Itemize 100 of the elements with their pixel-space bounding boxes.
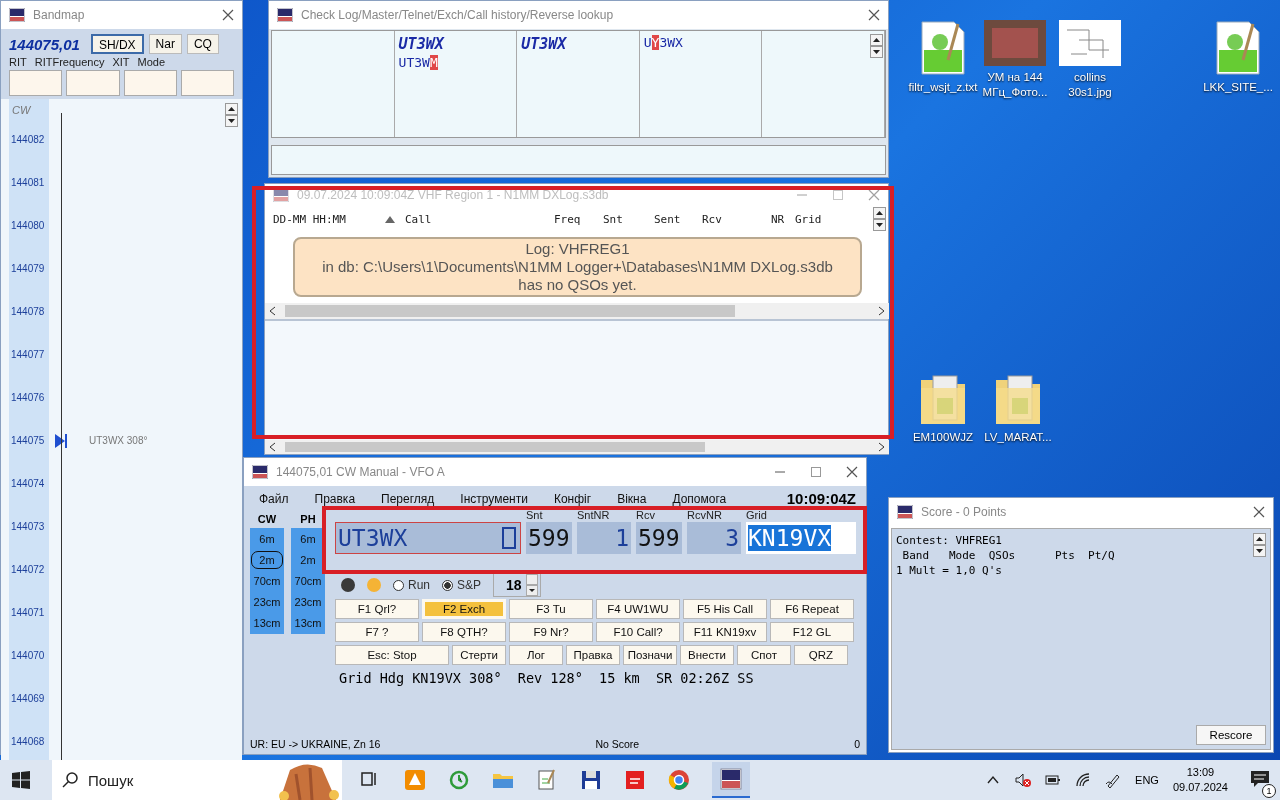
action-button[interactable]: Стерти: [452, 645, 506, 665]
toggle-button[interactable]: SH/DX: [90, 34, 144, 54]
menu-item[interactable]: Файл: [259, 491, 289, 506]
icon-label[interactable]: EM100WJZ: [912, 430, 974, 445]
column-header[interactable]: Snt: [603, 212, 623, 226]
icon-label[interactable]: LKK_SITE_...: [1203, 80, 1273, 95]
menu-item[interactable]: Перегляд: [381, 491, 435, 506]
app-logo-icon[interactable]: [712, 762, 750, 798]
band-button[interactable]: 23cm: [292, 593, 324, 611]
scroll-arrows-icon[interactable]: [225, 103, 238, 127]
action-button[interactable]: Внести: [680, 645, 734, 665]
band-button[interactable]: 2m: [251, 551, 283, 569]
windows-start-icon[interactable]: [12, 771, 30, 789]
column-header[interactable]: DD-MM HH:MM: [273, 212, 346, 226]
pen-icon[interactable]: [1105, 772, 1122, 788]
band-button[interactable]: 70cm: [251, 572, 283, 590]
notepad-icon[interactable]: [536, 769, 558, 791]
band-button[interactable]: 6m: [292, 530, 324, 548]
maximize-icon[interactable]: [810, 466, 822, 478]
band-button[interactable]: 6m: [251, 530, 283, 548]
action-button[interactable]: Позначи: [623, 645, 677, 665]
function-key-button[interactable]: F10 Call?: [596, 622, 680, 642]
document-icon[interactable]: [1213, 20, 1263, 76]
toggle-button[interactable]: Nar: [148, 34, 182, 54]
input-field[interactable]: [123, 70, 177, 96]
close-icon[interactable]: [868, 189, 880, 201]
call-match[interactable]: UT3WX: [521, 35, 635, 53]
function-key-button[interactable]: F8 QTH?: [422, 622, 506, 642]
rescore-button[interactable]: Rescore: [1196, 725, 1266, 745]
close-icon[interactable]: [1253, 506, 1265, 518]
band-button[interactable]: 23cm: [251, 593, 283, 611]
schematic-thumbnail-icon[interactable]: [1059, 20, 1121, 66]
call-input-field[interactable]: UT3WX: [335, 522, 521, 554]
input-field[interactable]: KN19VX: [746, 522, 856, 554]
close-icon[interactable]: [846, 466, 858, 478]
column-header[interactable]: Sent: [654, 212, 681, 226]
input-field[interactable]: [180, 70, 234, 96]
menu-item[interactable]: Вікна: [617, 491, 647, 506]
clock-area[interactable]: 13:09 09.07.2024: [1172, 765, 1228, 795]
spin-arrows-icon[interactable]: [525, 574, 538, 596]
function-key-button[interactable]: F4 UW1WU: [596, 599, 680, 619]
input-field[interactable]: [66, 70, 120, 96]
menu-item[interactable]: Інструменти: [460, 491, 528, 506]
band-button[interactable]: 13cm: [292, 614, 324, 632]
partial-call-match[interactable]: UY3WX: [643, 35, 758, 50]
mode-radio[interactable]: Run: [393, 578, 430, 592]
function-key-button[interactable]: F12 GL: [770, 622, 854, 642]
action-button[interactable]: Лог: [509, 645, 563, 665]
icon-label[interactable]: filtr_wsjt_z.txt: [908, 80, 978, 95]
scroll-arrows-icon[interactable]: [873, 207, 886, 231]
column-header[interactable]: Grid: [795, 212, 822, 226]
input-field[interactable]: [9, 70, 63, 96]
pdf-document-icon[interactable]: [624, 769, 646, 791]
column-header[interactable]: Freq: [554, 212, 581, 226]
icon-label[interactable]: collins 30s1.jpg: [1052, 70, 1128, 100]
column-header[interactable]: Rcv: [702, 212, 722, 226]
input-field[interactable]: 599: [636, 522, 682, 554]
horizontal-scrollbar[interactable]: [265, 303, 889, 319]
action-button[interactable]: Спот: [737, 645, 791, 665]
icon-label[interactable]: УМ на 144 МГц_Фото...: [977, 70, 1053, 100]
menu-item[interactable]: Правка: [314, 491, 356, 506]
function-key-button[interactable]: F5 His Call: [683, 599, 767, 619]
toggle-button[interactable]: CQ: [186, 34, 219, 54]
column-header[interactable]: Call: [405, 212, 432, 226]
action-button[interactable]: QRZ: [794, 645, 848, 665]
call-match[interactable]: UT3WX: [398, 35, 513, 53]
function-key-button[interactable]: F7 ?: [335, 622, 419, 642]
spot-label[interactable]: UT3WX 308°: [89, 435, 148, 446]
maximize-icon[interactable]: [832, 189, 844, 201]
action-button[interactable]: Правка: [566, 645, 620, 665]
horizontal-scrollbar[interactable]: [265, 440, 889, 454]
action-button[interactable]: Esc: Stop: [335, 645, 449, 665]
input-field[interactable]: 1: [577, 522, 631, 554]
menu-item[interactable]: Конфіг: [553, 491, 592, 506]
close-icon[interactable]: [868, 9, 880, 21]
band-button[interactable]: 70cm: [292, 572, 324, 590]
document-icon[interactable]: [918, 20, 968, 76]
function-key-button[interactable]: F9 Nr?: [509, 622, 593, 642]
scroll-arrows-icon[interactable]: [1253, 533, 1266, 557]
input-field[interactable]: 3: [687, 522, 741, 554]
volume-muted-icon[interactable]: [1015, 772, 1032, 788]
band-button[interactable]: 13cm: [251, 614, 283, 632]
function-key-button[interactable]: F6 Repeat: [770, 599, 854, 619]
language-indicator[interactable]: ENG: [1135, 774, 1159, 786]
function-key-button[interactable]: F11 KN19xv: [683, 622, 767, 642]
browser-icon[interactable]: [668, 769, 690, 791]
search-field[interactable]: Пошук: [52, 760, 342, 800]
scroll-arrows-icon[interactable]: [870, 34, 883, 58]
column-header[interactable]: NR: [771, 212, 785, 226]
function-key-button[interactable]: F2 Exch: [422, 599, 506, 619]
menu-item[interactable]: Допомога: [672, 491, 727, 506]
mode-radio[interactable]: S&P: [442, 578, 482, 592]
icon-label[interactable]: LV_MARAT...: [984, 430, 1052, 445]
function-key-button[interactable]: F3 Tu: [509, 599, 593, 619]
close-icon[interactable]: [222, 9, 234, 21]
band-button[interactable]: 2m: [292, 551, 324, 569]
wifi-icon[interactable]: [1075, 772, 1092, 788]
notification-icon[interactable]: [1250, 768, 1270, 789]
battery-icon[interactable]: [1045, 772, 1062, 788]
spin-box[interactable]: 18: [493, 573, 541, 597]
